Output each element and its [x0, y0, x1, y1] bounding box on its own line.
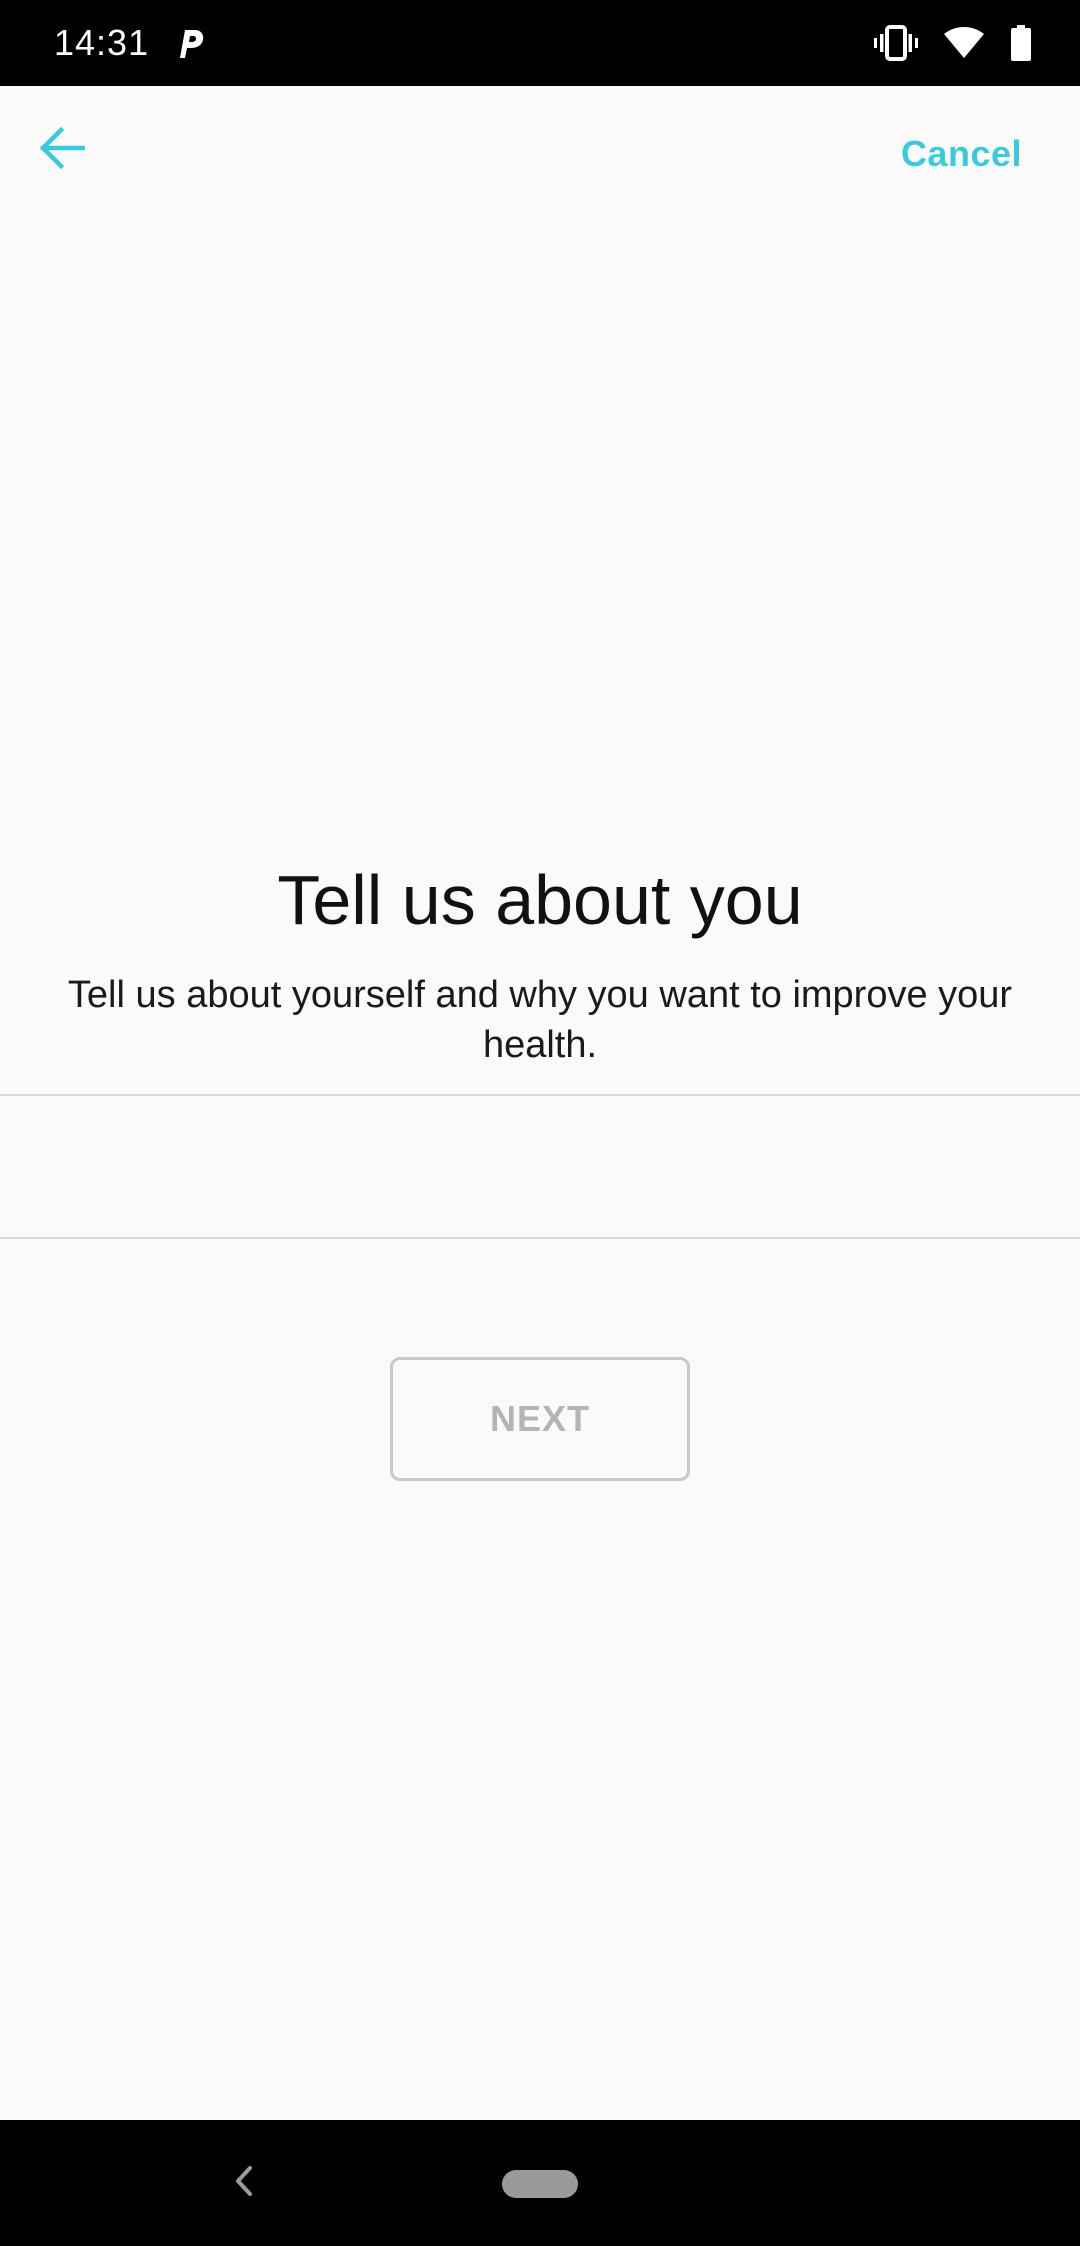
page-subtitle: Tell us about yourself and why you want … [67, 974, 1013, 1066]
cancel-button[interactable]: Cancel [901, 128, 1022, 180]
page-title: Tell us about you [277, 861, 803, 939]
vibrate-icon [874, 25, 918, 61]
back-button[interactable] [30, 118, 94, 182]
field-bottom-divider [0, 1237, 1080, 1239]
navigation-bar [0, 2120, 1080, 2246]
parking-app-icon [176, 26, 206, 60]
next-button[interactable]: NEXT [390, 1357, 690, 1481]
status-bar: 14:31 [0, 0, 1080, 86]
status-icons [874, 24, 1032, 62]
arrow-left-icon [39, 126, 86, 174]
home-pill-icon[interactable] [502, 2170, 578, 2198]
status-time: 14:31 [54, 22, 150, 63]
about-you-input[interactable] [0, 1096, 1080, 1238]
battery-icon [1010, 25, 1032, 61]
wifi-icon [944, 27, 984, 59]
nav-back-icon [233, 2164, 255, 2203]
nav-back-button[interactable] [226, 2160, 262, 2206]
screen: 14:31 Cancel Tell us about you Tell us a… [0, 0, 1080, 2246]
